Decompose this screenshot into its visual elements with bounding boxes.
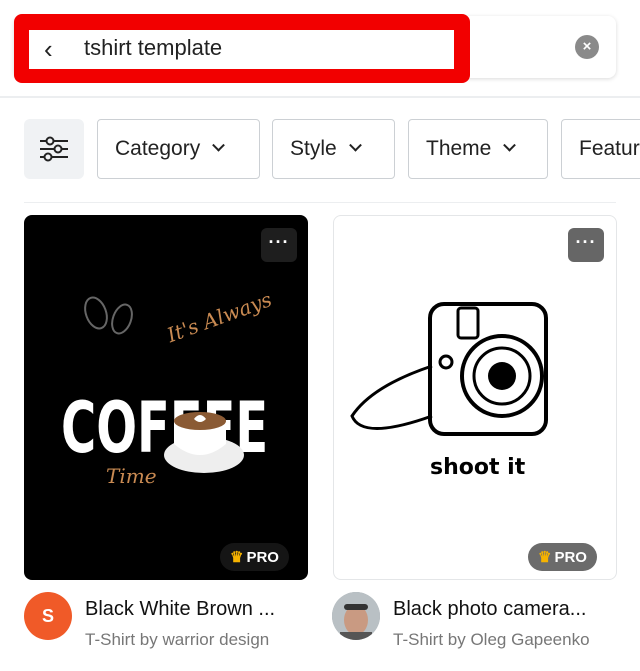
chevron-left-icon[interactable]: ‹: [44, 34, 53, 65]
chevron-down-icon: [503, 138, 517, 152]
filter-chip-theme[interactable]: Theme: [408, 119, 548, 179]
chip-label: Featur: [579, 137, 640, 160]
sliders-icon: [40, 136, 68, 162]
filter-chip-category[interactable]: Category: [97, 119, 260, 179]
more-options-button[interactable]: ···: [568, 228, 604, 262]
crown-icon: ♛: [538, 549, 552, 566]
divider: [24, 202, 616, 203]
svg-text:It's Always: It's Always: [163, 287, 275, 347]
camera-artwork: shoot it: [350, 302, 548, 480]
filter-chip-style[interactable]: Style: [272, 119, 395, 179]
pro-badge: ♛ PRO: [220, 543, 289, 571]
coffee-artwork: It's Always COFFEE Time: [61, 287, 275, 488]
chip-label: Theme: [426, 137, 492, 160]
chip-label: Style: [290, 137, 337, 160]
crown-icon: ♛: [230, 549, 244, 566]
divider: [0, 96, 640, 98]
filter-chip-features[interactable]: Featur: [561, 119, 640, 179]
template-title[interactable]: Black photo camera...: [393, 598, 586, 621]
pro-badge: ♛ PRO: [528, 543, 597, 571]
filter-button[interactable]: [24, 119, 84, 179]
badge-label: PRO: [554, 548, 587, 566]
template-author[interactable]: T-Shirt by warrior design: [85, 630, 269, 650]
avatar-letter: S: [41, 606, 54, 626]
chip-label: Category: [115, 137, 201, 160]
badge-label: PRO: [246, 548, 279, 566]
template-author[interactable]: T-Shirt by Oleg Gapeenko: [393, 630, 590, 650]
avatar[interactable]: [332, 592, 380, 640]
search-query[interactable]: tshirt template: [84, 35, 222, 61]
avatar-photo: [332, 592, 380, 640]
chevron-down-icon: [212, 138, 226, 152]
svg-text:Time: Time: [106, 464, 157, 488]
template-card[interactable]: It's Always COFFEE Time: [24, 215, 308, 580]
close-circle-icon[interactable]: ×: [575, 35, 599, 59]
chevron-down-icon: [348, 138, 362, 152]
artwork-text: shoot it: [430, 455, 526, 480]
avatar[interactable]: S: [24, 592, 72, 640]
template-title[interactable]: Black White Brown ...: [85, 598, 275, 621]
template-card[interactable]: shoot it: [333, 215, 617, 580]
more-options-button[interactable]: ···: [261, 228, 297, 262]
